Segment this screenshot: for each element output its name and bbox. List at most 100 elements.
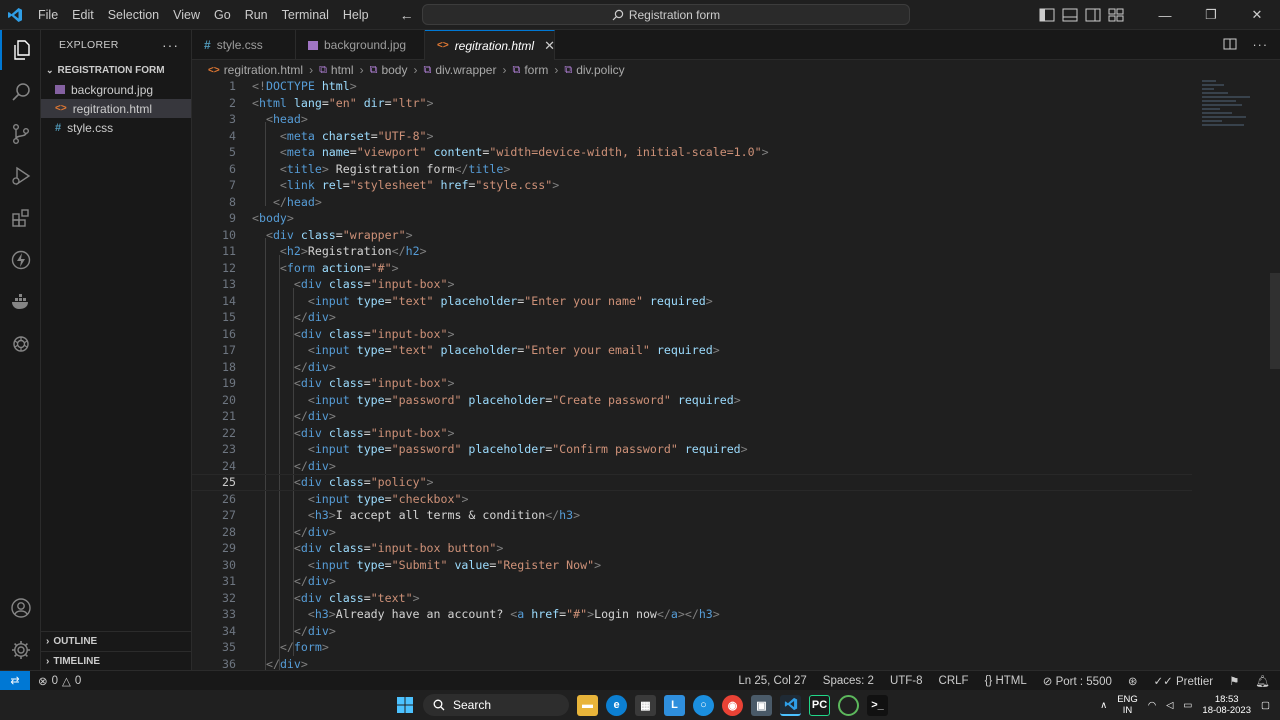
microsoft-store-icon[interactable]: ▦ <box>635 694 656 716</box>
tab-regitration-html[interactable]: <> regitration.html ✕ <box>425 30 555 60</box>
search-sidebar-icon[interactable] <box>0 72 41 112</box>
menu-file[interactable]: File <box>31 0 65 30</box>
chatgpt-icon[interactable] <box>0 324 41 364</box>
split-editor-icon[interactable] <box>1223 38 1237 53</box>
notifications-bell-icon[interactable]: 🔔︎ <box>1255 674 1270 688</box>
remote-indicator-icon[interactable]: ⇄ <box>0 670 30 691</box>
extensions-icon[interactable] <box>0 198 41 238</box>
cortana-circle-icon[interactable]: ○ <box>693 694 714 716</box>
windows-start-icon[interactable] <box>394 695 415 716</box>
live-share-icon[interactable]: ⊛ <box>1128 674 1138 688</box>
app-l-icon[interactable]: L <box>664 694 685 716</box>
tab-background-jpg[interactable]: background.jpg <box>296 30 425 60</box>
end-of-line[interactable]: CRLF <box>939 675 969 687</box>
app-window-icon[interactable]: ▣ <box>751 694 772 716</box>
terminal-icon[interactable]: >_ <box>867 694 888 716</box>
code-line[interactable]: 13 <div class="input-box"> <box>192 276 1192 293</box>
toggle-panel-icon[interactable] <box>1062 8 1078 22</box>
code-line[interactable]: 1 <!DOCTYPE html> <box>192 80 1192 95</box>
code-line[interactable]: 32 <div class="text"> <box>192 590 1192 607</box>
file-item-style-css[interactable]: # style.css <box>41 118 191 137</box>
back-arrow-icon[interactable]: ← <box>396 7 418 23</box>
run-debug-icon[interactable] <box>0 156 41 196</box>
code-line[interactable]: 31 </div> <box>192 573 1192 590</box>
edge-browser-icon[interactable]: e <box>606 694 627 716</box>
menu-terminal[interactable]: Terminal <box>275 0 336 30</box>
toggle-secondary-sidebar-icon[interactable] <box>1085 8 1101 22</box>
more-actions-icon[interactable]: ··· <box>1253 38 1269 52</box>
menu-edit[interactable]: Edit <box>65 0 101 30</box>
code-line[interactable]: 2 <html lang="en" dir="ltr"> <box>192 95 1192 112</box>
code-line[interactable]: 4 <meta charset="UTF-8"> <box>192 128 1192 145</box>
source-control-icon[interactable] <box>0 114 41 154</box>
code-line[interactable]: 28 </div> <box>192 524 1192 541</box>
language-mode[interactable]: {} HTML <box>985 675 1027 687</box>
toggle-primary-sidebar-icon[interactable] <box>1039 8 1055 22</box>
code-line[interactable]: 24 </div> <box>192 458 1192 475</box>
progress-app-icon[interactable] <box>838 694 859 716</box>
code-line[interactable]: 14 <input type="text" placeholder="Enter… <box>192 293 1192 310</box>
encoding[interactable]: UTF-8 <box>890 675 923 687</box>
code-line[interactable]: 27 <h3>I accept all terms & condition</h… <box>192 507 1192 524</box>
code-line[interactable]: 17 <input type="text" placeholder="Enter… <box>192 342 1192 359</box>
wifi-icon[interactable]: ◠ <box>1148 700 1156 711</box>
indentation[interactable]: Spaces: 2 <box>823 675 874 687</box>
vscode-taskbar-icon[interactable] <box>780 694 801 716</box>
menu-go[interactable]: Go <box>207 0 238 30</box>
code-line[interactable]: 33 <h3>Already have an account? <a href=… <box>192 606 1192 623</box>
command-center-search[interactable]: Registration form <box>422 4 910 25</box>
code-line[interactable]: 6 <title> Registration form</title> <box>192 161 1192 178</box>
code-editor[interactable]: 1 <!DOCTYPE html> 2 <html lang="en" dir="lt… <box>192 80 1280 670</box>
live-server-port[interactable]: ⊘ Port : 5500 <box>1043 674 1112 688</box>
pycharm-icon[interactable]: PC <box>809 694 830 716</box>
explorer-icon[interactable] <box>0 30 41 70</box>
minimap[interactable] <box>1202 80 1258 140</box>
workspace-folder[interactable]: ⌄ REGISTRATION FORM <box>41 60 191 80</box>
menu-view[interactable]: View <box>166 0 207 30</box>
code-line[interactable]: 36 </div> <box>192 656 1192 670</box>
code-line[interactable]: 15 </div> <box>192 309 1192 326</box>
code-line[interactable]: 18 </div> <box>192 359 1192 376</box>
problems-indicator[interactable]: ⊗ 0 △ 0 <box>38 674 81 688</box>
customize-layout-icon[interactable] <box>1108 8 1124 22</box>
menu-run[interactable]: Run <box>238 0 275 30</box>
scrollbar[interactable] <box>1270 273 1280 369</box>
notification-icon[interactable]: ▢ <box>1261 700 1270 711</box>
file-explorer-icon[interactable]: ▬ <box>577 694 598 716</box>
menu-help[interactable]: Help <box>336 0 376 30</box>
cursor-position[interactable]: Ln 25, Col 27 <box>738 675 806 687</box>
chevron-up-icon[interactable]: ∧ <box>1100 700 1107 711</box>
code-line[interactable]: 23 <input type="password" placeholder="C… <box>192 441 1192 458</box>
code-line[interactable]: 12 <form action="#"> <box>192 260 1192 277</box>
prettier-status[interactable]: ✓✓ Prettier <box>1154 674 1214 688</box>
code-line[interactable]: 3 <head> <box>192 111 1192 128</box>
breadcrumb-file[interactable]: regitration.html <box>224 63 303 77</box>
code-line[interactable]: 20 <input type="password" placeholder="C… <box>192 392 1192 409</box>
thunder-client-icon[interactable] <box>0 240 41 280</box>
code-line[interactable]: 35 </form> <box>192 639 1192 656</box>
battery-icon[interactable]: ▭ <box>1183 700 1192 711</box>
accounts-icon[interactable] <box>0 588 41 628</box>
breadcrumb-form[interactable]: form <box>524 63 548 77</box>
file-item-background-jpg[interactable]: background.jpg <box>41 80 191 99</box>
code-line[interactable]: 22 <div class="input-box"> <box>192 425 1192 442</box>
breadcrumb-div-wrapper[interactable]: div.wrapper <box>435 63 496 77</box>
volume-icon[interactable]: ◁ <box>1166 700 1173 711</box>
code-line[interactable]: 16 <div class="input-box"> <box>192 326 1192 343</box>
code-line[interactable]: 19 <div class="input-box"> <box>192 375 1192 392</box>
code-line[interactable]: 9 <body> <box>192 210 1192 227</box>
breadcrumb-html[interactable]: html <box>331 63 354 77</box>
docker-icon[interactable] <box>0 282 41 322</box>
code-line[interactable]: 25 <div class="policy"> <box>192 474 1192 491</box>
code-line[interactable]: 5 <meta name="viewport" content="width=d… <box>192 144 1192 161</box>
code-line[interactable]: 8 </head> <box>192 194 1192 211</box>
file-item-regitration-html[interactable]: <> regitration.html <box>41 99 191 118</box>
code-line[interactable]: 21 </div> <box>192 408 1192 425</box>
code-line[interactable]: 10 <div class="wrapper"> <box>192 227 1192 244</box>
manage-gear-icon[interactable] <box>0 630 41 670</box>
taskbar-search[interactable]: Search <box>423 694 569 716</box>
chrome-icon[interactable]: ◉ <box>722 694 743 716</box>
more-actions-icon[interactable]: ··· <box>162 37 179 53</box>
minimize-icon[interactable]: — <box>1142 0 1188 30</box>
code-line[interactable]: 11 <h2>Registration</h2> <box>192 243 1192 260</box>
